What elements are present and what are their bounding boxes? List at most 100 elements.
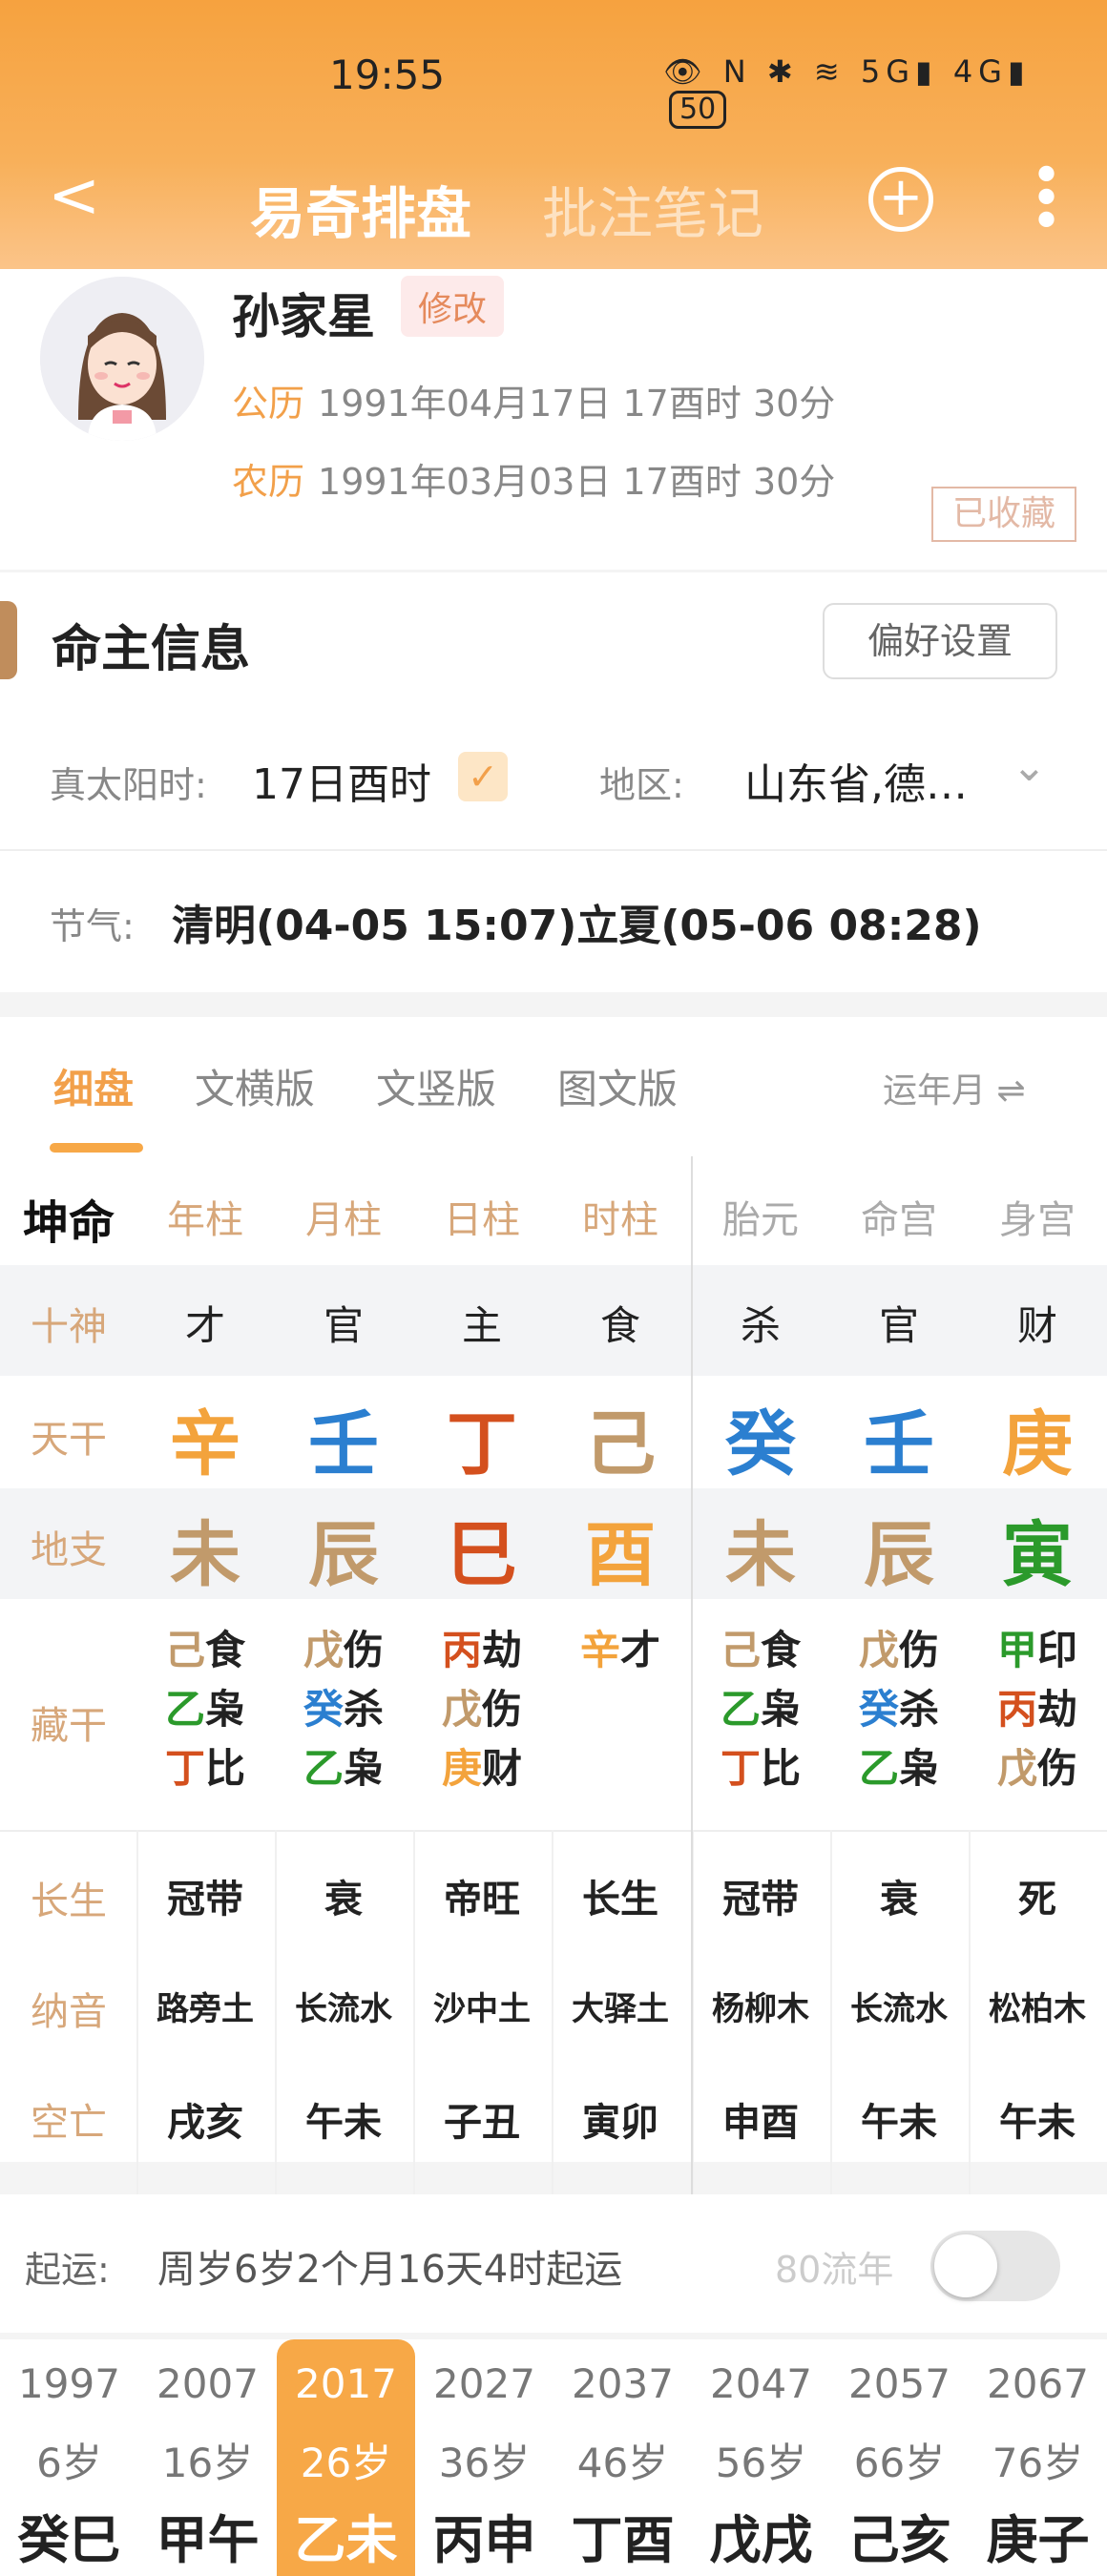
dayun-item[interactable]: 2027 36岁 丙申 [415, 2339, 554, 2576]
chevron-down-icon[interactable]: ⌄ [1012, 742, 1047, 791]
nayin-cell: 杨柳木 [712, 1990, 809, 2028]
lunar-label: 农历 [232, 461, 305, 503]
preference-button[interactable]: 偏好设置 [823, 603, 1057, 679]
canggan-item: 己食 [694, 1618, 827, 1676]
dizhi-cell: 未 [725, 1514, 796, 1596]
canggan-gan: 戊 [858, 1627, 899, 1673]
shishen-cell: 官 [323, 1302, 364, 1349]
canggan-shishen: 枭 [899, 1745, 940, 1792]
add-icon[interactable]: + [868, 167, 933, 232]
jieqi-value: 清明(04-05 15:07)立夏(05-06 08:28) [172, 902, 982, 950]
tab-underline [50, 1143, 143, 1153]
changsheng-cell: 冠带 [722, 1878, 799, 1922]
switch-yun-year-month[interactable]: 运年月 ⇌ [883, 1063, 1026, 1112]
canggan-gan: 癸 [303, 1686, 344, 1733]
avatar[interactable] [40, 277, 204, 441]
canggan-item: 丁比 [694, 1736, 827, 1795]
dayun-item[interactable]: 2007 16岁 甲午 [138, 2339, 277, 2576]
status-bar: 19:55 👁 N ✱ ≋ 5G▮ 4G▮ 50 [0, 48, 1107, 129]
canggan-shishen: 食 [761, 1627, 802, 1673]
solar-date-row: 公历 1991年04月17日 17酉时 30分 [232, 374, 835, 426]
true-solar-checkbox[interactable]: ✓ [458, 752, 508, 801]
bazi-chart-section: 细盘 文横版 文竖版 图文版 运年月 ⇌ 坤命 年柱 月柱 日柱 时柱 胎元 命宫 身宫 十神才… [0, 1017, 1107, 2231]
tiangan-cell: 庚 [1002, 1403, 1073, 1485]
canggan-shishen: 劫 [482, 1627, 523, 1673]
section-marker [0, 601, 17, 679]
liunian-toggle[interactable] [930, 2231, 1060, 2301]
edit-button[interactable]: 修改 [401, 276, 505, 337]
dayun-age: 56岁 [715, 2440, 807, 2486]
kongwang-cell: 午未 [861, 2101, 937, 2145]
solar-value: 1991年04月17日 17酉时 30分 [318, 383, 836, 425]
col-header-1: 月柱 [305, 1198, 382, 1242]
changsheng-cell: 长生 [582, 1878, 658, 1922]
canggan-gan: 丙 [996, 1686, 1037, 1733]
nayin-cell: 路旁土 [157, 1990, 254, 2028]
region-value[interactable]: 山东省,德… [744, 750, 968, 811]
tab-paipan[interactable]: 易奇排盘 [250, 169, 471, 249]
canggan-shishen: 财 [482, 1745, 523, 1792]
favorited-stamp: 已收藏 [931, 487, 1076, 542]
tiangan-cell: 壬 [308, 1403, 379, 1485]
dayun-ganzhi: 丁酉 [571, 2510, 675, 2570]
canggan-shishen: 才 [620, 1627, 661, 1673]
toggle-knob [934, 2234, 997, 2297]
canggan-item: 丙劫 [415, 1618, 549, 1676]
tiangan-cell: 癸 [725, 1403, 796, 1485]
canggan-shishen: 枭 [205, 1686, 246, 1733]
tab-text-vertical[interactable]: 文竖版 [376, 1057, 496, 1115]
dayun-age: 66岁 [853, 2440, 946, 2486]
dayun-age: 76岁 [992, 2440, 1084, 2486]
dayun-ganzhi: 庚子 [986, 2510, 1090, 2570]
dayun-item[interactable]: 2057 66岁 己亥 [830, 2339, 969, 2576]
solar-time-value: 17日酉时 [252, 760, 431, 809]
row-label-dizhi: 地支 [31, 1528, 107, 1572]
canggan-item: 乙枭 [832, 1736, 966, 1795]
back-icon[interactable]: < [48, 162, 100, 229]
more-icon[interactable]: • • • [1031, 150, 1062, 249]
canggan-item: 丙劫 [971, 1677, 1104, 1735]
row-label-canggan: 藏干 [31, 1704, 107, 1748]
kongwang-cell: 午未 [999, 2101, 1076, 2145]
qiyun-value: 周岁6岁2个月16天4时起运 [157, 2248, 623, 2292]
dayun-item[interactable]: 2067 76岁 庚子 [969, 2339, 1107, 2576]
canggan-gan: 乙 [164, 1686, 205, 1733]
dayun-year: 1997 [18, 2360, 120, 2407]
canggan-item: 戊伤 [277, 1618, 410, 1676]
canggan-gan: 丙 [441, 1627, 482, 1673]
shishen-cell: 杀 [740, 1302, 781, 1349]
canggan-gan: 丁 [720, 1745, 761, 1792]
tab-graphic[interactable]: 图文版 [557, 1057, 678, 1115]
tiangan-cell: 辛 [170, 1403, 240, 1485]
section-title: 命主信息 [52, 621, 251, 678]
canggan-shishen: 劫 [1037, 1686, 1078, 1733]
row-label-shishen: 十神 [31, 1305, 107, 1349]
dizhi-cell: 辰 [864, 1514, 934, 1596]
canggan-item: 戊伤 [832, 1618, 966, 1676]
canggan-shishen: 杀 [899, 1686, 940, 1733]
shishen-cell: 主 [461, 1302, 502, 1349]
canggan-gan: 丁 [164, 1745, 205, 1792]
canggan-shishen: 伤 [1037, 1745, 1078, 1792]
dayun-item[interactable]: 2017 26岁 乙未 [277, 2339, 415, 2576]
dayun-ganzhi: 戊戌 [709, 2510, 813, 2570]
dayun-item[interactable]: 1997 6岁 癸巳 [0, 2339, 138, 2576]
shishen-cell: 官 [878, 1302, 919, 1349]
dayun-item[interactable]: 2037 46岁 丁酉 [554, 2339, 692, 2576]
dizhi-cell: 巳 [447, 1514, 517, 1596]
tab-notes[interactable]: 批注笔记 [542, 169, 763, 249]
canggan-gan: 戊 [303, 1627, 344, 1673]
canggan-gan: 戊 [996, 1745, 1037, 1792]
dayun-item[interactable]: 2047 56岁 戊戌 [692, 2339, 830, 2576]
canggan-gan: 甲 [996, 1627, 1037, 1673]
dayun-age: 36岁 [438, 2440, 531, 2486]
tab-detail[interactable]: 细盘 [53, 1057, 134, 1115]
tiangan-cell: 己 [585, 1403, 656, 1485]
tab-text-horizontal[interactable]: 文横版 [195, 1057, 315, 1115]
nayin-cell: 长流水 [295, 1990, 392, 2028]
dayun-year: 2007 [157, 2360, 259, 2407]
canggan-item: 乙枭 [694, 1677, 827, 1735]
dayun-ganzhi: 癸巳 [17, 2510, 121, 2570]
canggan-item: 辛才 [554, 1618, 687, 1676]
nayin-cell: 松柏木 [989, 1990, 1086, 2028]
